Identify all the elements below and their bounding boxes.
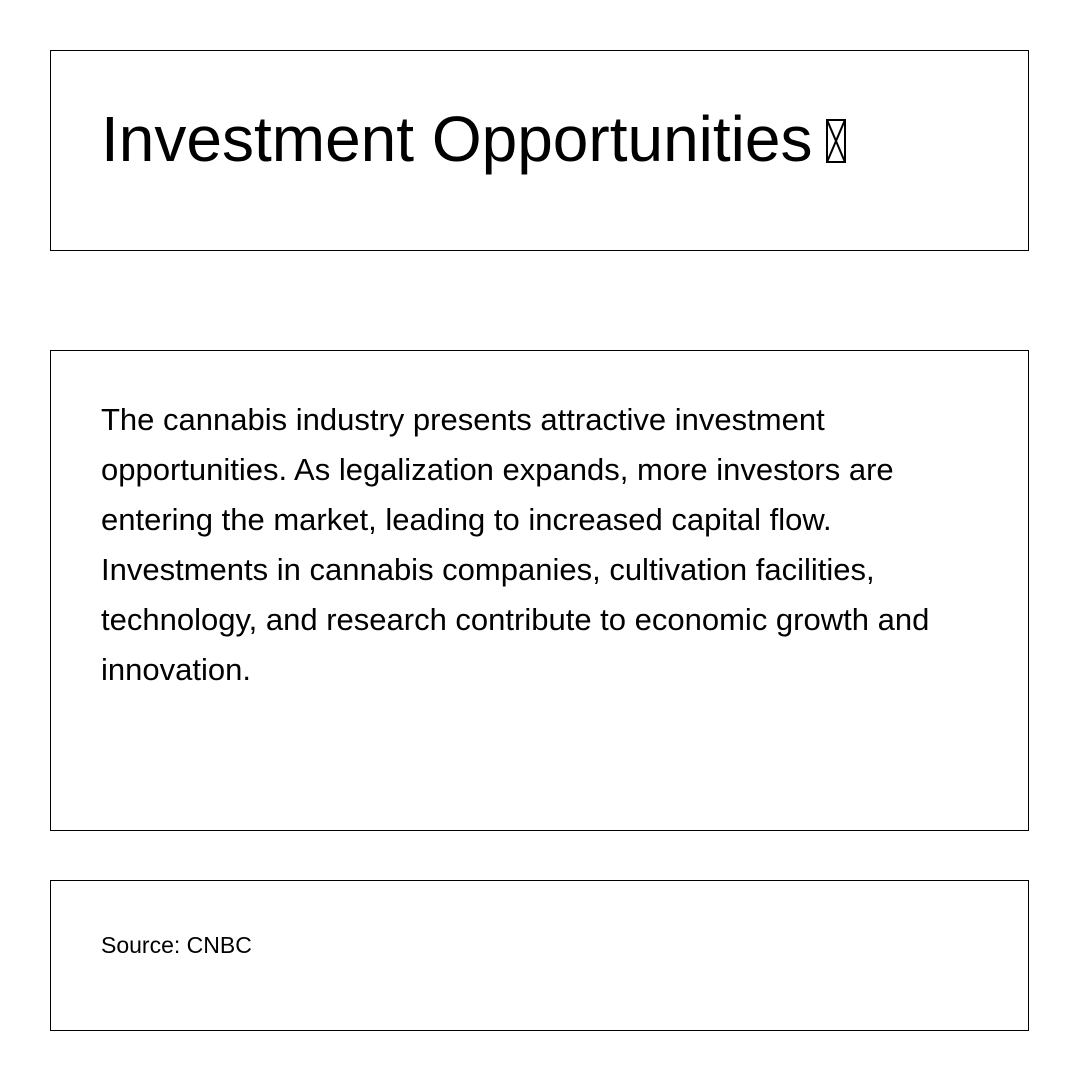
source-panel: Source: CNBC [50,880,1029,1031]
missing-glyph-icon [826,119,847,163]
body-paragraph: The cannabis industry presents attractiv… [101,402,930,687]
source-citation: Source: CNBC [101,932,252,958]
title-panel: Investment Opportunities [50,50,1029,251]
content-panel: The cannabis industry presents attractiv… [50,350,1029,831]
slide-title-text: Investment Opportunities [101,103,813,175]
slide-title: Investment Opportunities [101,99,847,179]
